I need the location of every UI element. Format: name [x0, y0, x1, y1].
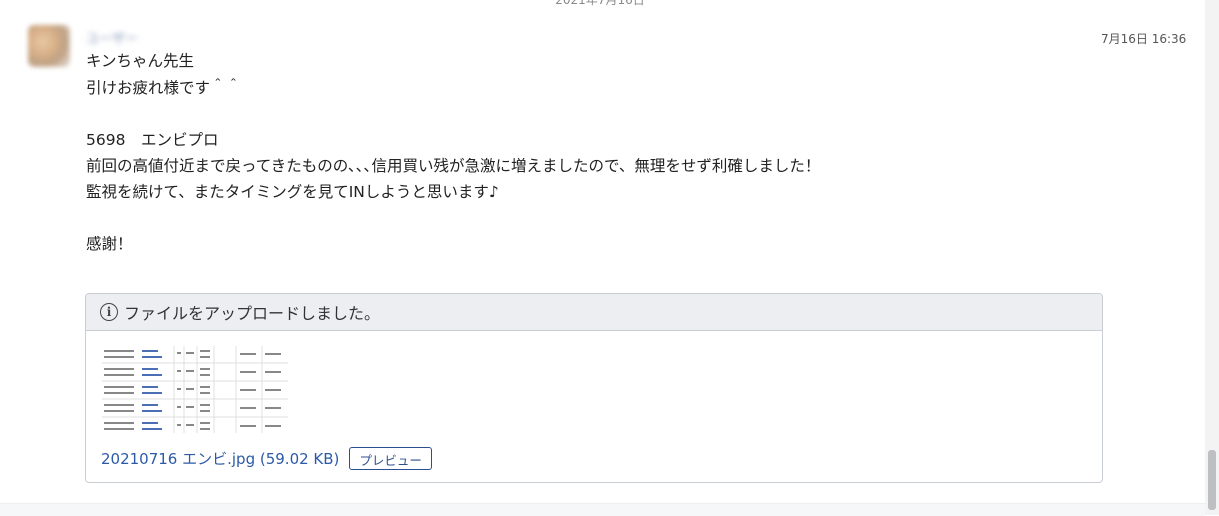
message-line: 感謝！: [86, 235, 133, 253]
attachment-header: i ファイルをアップロードしました。: [86, 294, 1102, 331]
file-attachment-card: i ファイルをアップロードしました。 20210716 エンビ.jpg (59.…: [85, 293, 1103, 483]
file-download-link[interactable]: 20210716 エンビ.jpg (59.02 KB): [101, 448, 339, 469]
bottom-divider: [0, 503, 1205, 516]
scrollbar[interactable]: [1205, 0, 1219, 515]
message-line: 5698 エンビプロ: [86, 131, 219, 149]
message-line: 監視を続けて、またタイミングを見てINしようと思います♪: [86, 183, 499, 201]
sender-name[interactable]: ユーザー: [86, 28, 138, 47]
info-icon: i: [100, 303, 118, 321]
file-row: 20210716 エンビ.jpg (59.02 KB) プレビュー: [101, 447, 432, 470]
image-thumbnail[interactable]: [102, 346, 288, 433]
avatar[interactable]: [28, 25, 70, 67]
message-line: 前回の高値付近まで戻ってきたものの､､､信用買い残が急激に増えましたので、無理を…: [86, 157, 821, 175]
message-line: キンちゃん先生: [86, 52, 195, 70]
scrollbar-thumb[interactable]: [1208, 450, 1216, 510]
attachment-title: ファイルをアップロードしました。: [124, 304, 381, 323]
date-divider: 2021年7月16日: [555, 0, 645, 7]
message-line: 引けお疲れ様です＾＾: [86, 79, 242, 97]
message-timestamp: 7月16日 16:36: [1101, 32, 1187, 46]
preview-button[interactable]: プレビュー: [349, 447, 432, 470]
